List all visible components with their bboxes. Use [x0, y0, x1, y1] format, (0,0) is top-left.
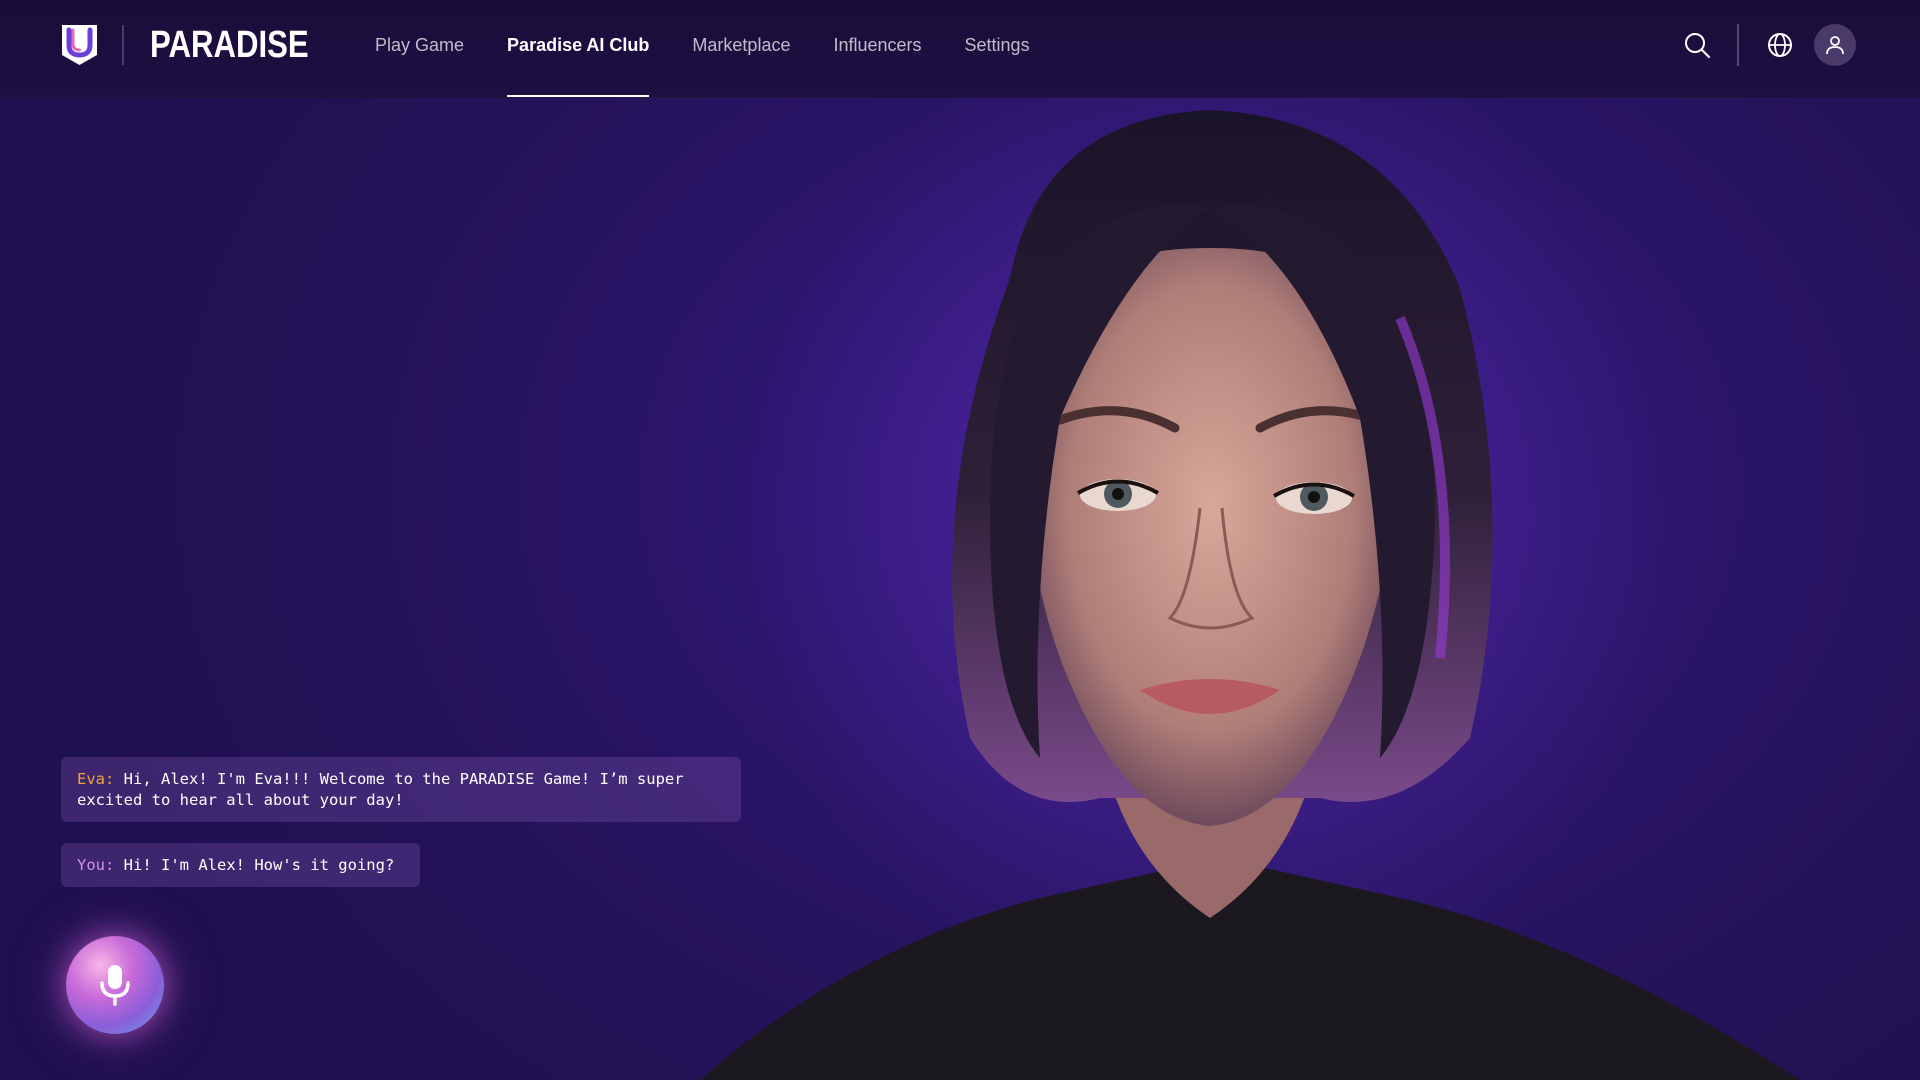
nav-influencers[interactable]: Influencers — [833, 0, 921, 98]
shield-u-logo-icon[interactable] — [62, 25, 97, 65]
language-button[interactable] — [1759, 24, 1801, 66]
nav-settings[interactable]: Settings — [965, 0, 1030, 98]
top-navigation-bar: PARADISE Play Game Paradise AI Club Mark… — [0, 0, 1920, 98]
speaker-label-you: You: — [77, 856, 115, 874]
speaker-label-eva: Eva: — [77, 770, 115, 788]
user-icon — [1826, 36, 1844, 55]
microphone-button[interactable] — [66, 936, 164, 1034]
globe-icon — [1768, 33, 1792, 57]
logo-divider — [122, 25, 124, 65]
profile-button[interactable] — [1814, 24, 1856, 66]
search-button[interactable] — [1676, 24, 1718, 66]
microphone-icon — [100, 965, 130, 1006]
nav-marketplace[interactable]: Marketplace — [692, 0, 790, 98]
brand-wordmark[interactable]: PARADISE — [150, 22, 309, 68]
nav-paradise-ai-club[interactable]: Paradise AI Club — [507, 0, 650, 98]
search-icon — [1685, 33, 1711, 59]
main-nav: Play Game Paradise AI Club Marketplace I… — [375, 0, 1073, 98]
chat-message-you: You: Hi! I'm Alex! How's it going? — [61, 843, 420, 887]
chat-message-eva: Eva: Hi, Alex! I'm Eva!!! Welcome to the… — [61, 757, 741, 822]
header-divider — [1737, 24, 1739, 66]
nav-play-game[interactable]: Play Game — [375, 0, 464, 98]
message-text-eva: Hi, Alex! I'm Eva!!! Welcome to the PARA… — [77, 770, 684, 809]
message-text-you: Hi! I'm Alex! How's it going? — [123, 856, 395, 874]
character-portrait — [700, 98, 1800, 1080]
